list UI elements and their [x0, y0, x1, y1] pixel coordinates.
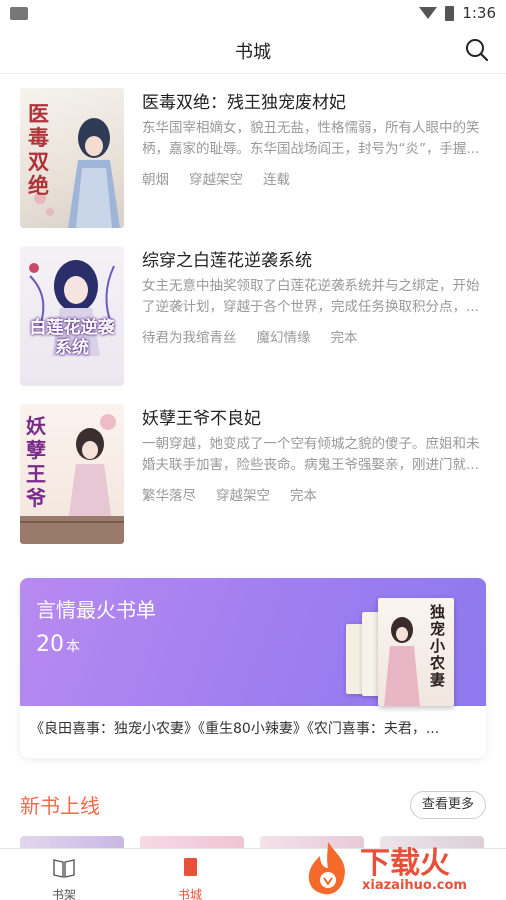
booklist-covers: 独宠小农妻	[346, 594, 466, 706]
book-title[interactable]: 医毒双绝：残王独宠废材妃	[142, 88, 346, 113]
booklist-count: 20 本	[36, 632, 80, 657]
tab-label: 书城	[177, 888, 202, 900]
section-title-new-books: 新书上线	[20, 794, 100, 818]
wifi-icon	[419, 7, 438, 19]
book-status: 完本	[290, 488, 317, 504]
book-title[interactable]: 综穿之白莲花逆袭系统	[142, 246, 312, 271]
status-bar: 1:36	[0, 0, 506, 28]
cover-title: 妖孽王爷	[26, 414, 46, 510]
cover-title: 医毒双绝	[28, 101, 49, 198]
page-title: 书城	[235, 42, 271, 63]
book-title[interactable]: 妖孽王爷不良妃	[142, 404, 261, 429]
booklist-count-unit: 本	[66, 639, 80, 655]
book-status: 完本	[330, 330, 358, 346]
book-description: 女主无意中抽奖领取了白莲花逆袭系统并与之绑定，开始了逆袭计划，穿越于各个世界，完…	[142, 278, 480, 315]
book-cover[interactable]: 医毒双绝	[20, 88, 124, 228]
cover-title: 白莲花逆袭系统	[29, 318, 115, 358]
booklist-books: 《良田喜事：独宠小农妻》《重生80小辣妻》《农门喜事：夫君，...	[30, 721, 440, 737]
booklist-cover-front: 独宠小农妻	[378, 598, 454, 706]
book-cover[interactable]: 妖孽王爷	[20, 404, 124, 544]
app-bar: 书城	[0, 28, 506, 74]
book-meta: 繁华落尽 穿越架空 完本	[142, 484, 317, 504]
booklist-count-number: 20	[36, 632, 64, 657]
view-more-button[interactable]: 查看更多	[410, 791, 486, 819]
book-meta: 朝烟 穿越架空 连载	[142, 168, 290, 188]
book-item[interactable]: 医毒双绝 医毒双绝：残王独宠废材妃 东华国宰相嫡女，貌丑无盐，性格懦弱，所有人眼…	[20, 88, 490, 228]
book-category: 魔幻情缘	[256, 330, 311, 346]
book-cover[interactable]: 白莲花逆袭系统	[20, 246, 124, 386]
book-meta: 待君为我绾青丝 魔幻情缘 完本	[142, 326, 358, 346]
book-author: 繁华落尽	[142, 488, 196, 504]
tab-bookstore[interactable]: 书城	[160, 857, 220, 900]
tab-bookshelf[interactable]: 书架	[34, 857, 94, 900]
booklist-cover-title: 独宠小农妻	[430, 603, 446, 689]
notification-icon	[10, 7, 28, 20]
cover-art	[29, 260, 115, 356]
book-item[interactable]: 妖孽王爷 妖孽王爷不良妃 一朝穿越，她变成了一个空有倾城之貌的傻子。庶姐和未婚夫…	[20, 404, 490, 544]
booklist-title: 言情最火书单	[36, 598, 156, 622]
book-description: 一朝穿越，她变成了一个空有倾城之貌的傻子。庶姐和未婚夫联手加害，险些丧命。病鬼王…	[142, 436, 480, 473]
tab-label: 书架	[51, 888, 76, 900]
bookstore-icon	[184, 858, 197, 876]
watermark-url: xiazaihuo.com	[362, 878, 467, 893]
watermark-text: 下载火	[360, 846, 450, 881]
booklist-banner: 言情最火书单 20 本 独宠小农妻	[20, 578, 486, 706]
watermark-logo: 下载火 xiazaihuo.com	[298, 836, 498, 900]
booklist-card[interactable]: 言情最火书单 20 本 独宠小农妻 《良田喜事：独宠小农妻》《重生80小辣妻》《农…	[20, 578, 486, 758]
book-status: 连载	[263, 172, 290, 188]
book-author: 待君为我绾青丝	[142, 330, 237, 346]
status-icons: 1:36	[419, 4, 496, 22]
status-time: 1:36	[462, 4, 496, 22]
search-icon[interactable]	[464, 37, 490, 63]
flame-icon	[308, 842, 345, 895]
book-item[interactable]: 白莲花逆袭系统 综穿之白莲花逆袭系统 女主无意中抽奖领取了白莲花逆袭系统并与之绑…	[20, 246, 490, 386]
book-open-icon	[53, 859, 75, 878]
battery-icon	[445, 5, 455, 21]
book-category: 穿越架空	[189, 172, 243, 188]
book-category: 穿越架空	[216, 488, 270, 504]
book-description: 东华国宰相嫡女，貌丑无盐，性格懦弱，所有人眼中的笑柄，嘉家的耻辱。东华国战场阎王…	[142, 120, 480, 157]
book-author: 朝烟	[142, 172, 169, 188]
